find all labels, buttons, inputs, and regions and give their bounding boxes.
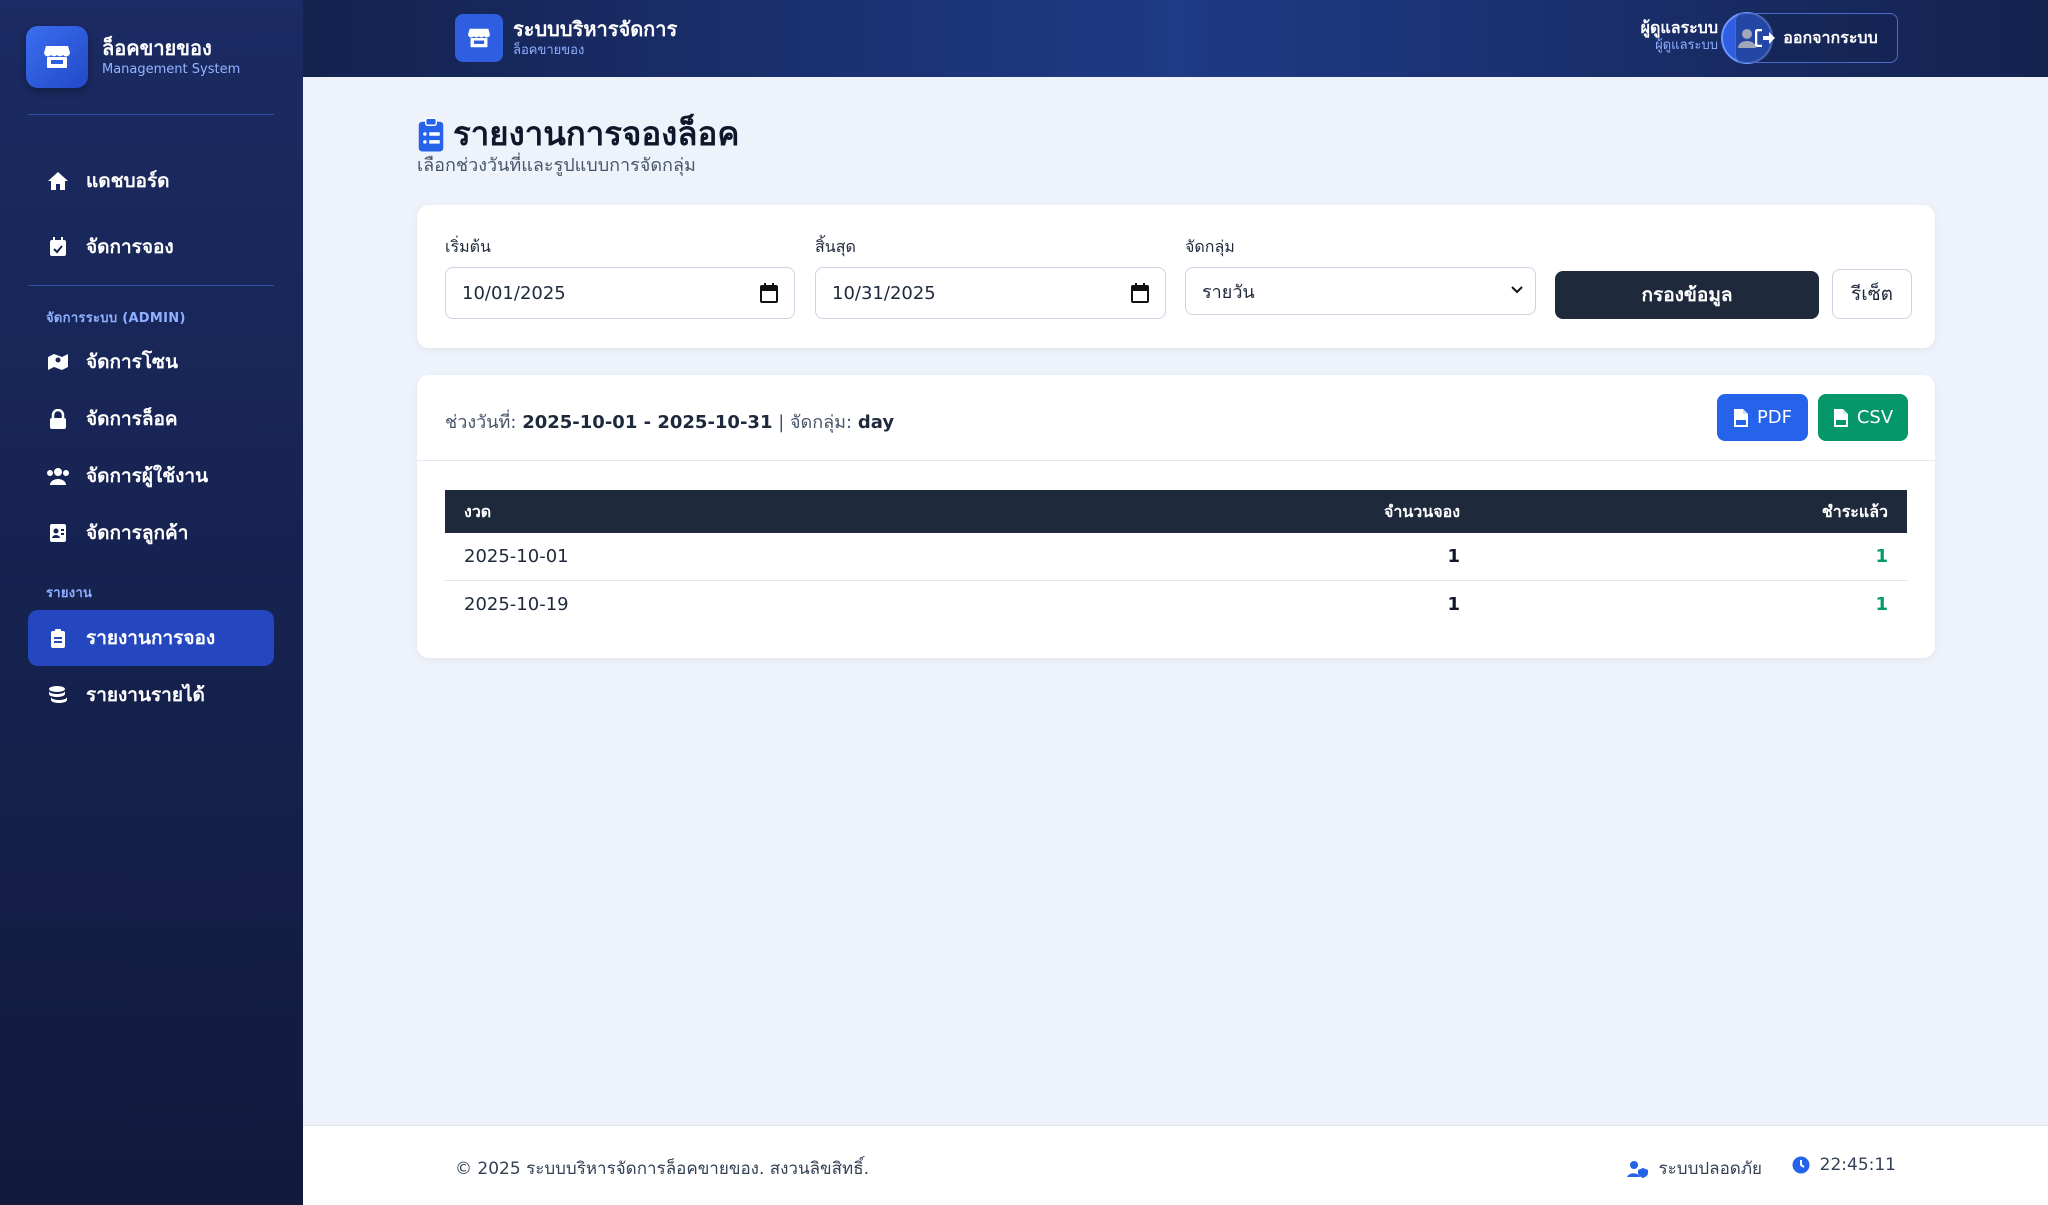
store-icon: [26, 26, 88, 88]
cell-paid: 1: [1875, 594, 1888, 615]
user-role: ผู้ดูแลระบบ: [1655, 38, 1718, 53]
export-pdf-button[interactable]: PDF: [1717, 394, 1808, 441]
secure-label: ระบบปลอดภัย: [1658, 1159, 1762, 1179]
sidebar-item-bookings[interactable]: จัดการจอง: [28, 219, 274, 275]
sidebar-item-locks[interactable]: จัดการล็อค: [28, 391, 274, 447]
page-subtitle: เลือกช่วงวันที่และรูปแบบการจัดกลุ่ม: [417, 155, 696, 176]
range-prefix: ช่วงวันที่:: [445, 412, 517, 433]
start-date-label: เริ่มต้น: [445, 237, 491, 256]
calendar-icon[interactable]: [1131, 283, 1149, 303]
top-header: ระบบบริหารจัดการ ล็อคขายของ ผู้ดูแลระบบ …: [303, 0, 2048, 77]
group-label: จัดกลุ่ม: [1185, 237, 1235, 256]
users-icon: [46, 464, 70, 488]
brand-title: ล็อคขายของ: [102, 36, 212, 60]
result-header: ช่วงวันที่: 2025-10-01 - 2025-10-31 | จั…: [417, 375, 1935, 461]
sign-out-icon: [1755, 29, 1776, 47]
start-date-input[interactable]: 10/01/2025: [445, 267, 795, 319]
logout-label: ออกจากระบบ: [1783, 27, 1878, 47]
store-icon: [455, 14, 503, 62]
end-date-value: 10/31/2025: [832, 282, 936, 304]
pdf-label: PDF: [1756, 407, 1793, 428]
sidebar-item-zones[interactable]: จัดการโซน: [28, 334, 274, 390]
clipboard-list-icon: [46, 626, 70, 650]
sidebar-item-dashboard[interactable]: แดชบอร์ด: [28, 153, 274, 209]
id-card-icon: [46, 521, 70, 545]
sidebar-item-revenue-report[interactable]: รายงานรายได้: [28, 667, 274, 723]
cell-paid: 1: [1875, 546, 1888, 567]
sidebar-item-users[interactable]: จัดการผู้ใช้งาน: [28, 448, 274, 504]
user-shield-icon: [1626, 1160, 1648, 1178]
group-value: day: [857, 412, 895, 433]
export-csv-button[interactable]: CSV: [1818, 394, 1908, 441]
date-range-summary: ช่วงวันที่: 2025-10-01 - 2025-10-31 | จั…: [445, 407, 894, 436]
header-brand[interactable]: ระบบบริหารจัดการ ล็อคขายของ: [455, 14, 677, 62]
calendar-check-icon: [46, 235, 70, 259]
footer: © 2025 ระบบบริหารจัดการล็อคขายของ. สงวนล…: [303, 1125, 2048, 1205]
home-icon: [46, 169, 70, 193]
group-select-value: รายวัน: [1202, 281, 1255, 303]
copyright-text: © 2025 ระบบบริหารจัดการล็อคขายของ. สงวนล…: [455, 1159, 870, 1179]
sidebar-item-label: จัดการโซน: [86, 351, 178, 373]
start-date-value: 10/01/2025: [462, 282, 566, 304]
sidebar-item-customers[interactable]: จัดการลูกค้า: [28, 505, 274, 561]
lock-icon: [46, 407, 70, 431]
sidebar-section-admin: จัดการระบบ (ADMIN): [46, 311, 186, 326]
main-content: รายงานการจองล็อค เลือกช่วงวันที่และรูปแบ…: [303, 77, 2048, 1125]
filter-card: เริ่มต้น 10/01/2025 สิ้นสุด 10/31/2025 จ…: [417, 205, 1935, 348]
table-header: งวด จำนวนจอง ชำระแล้ว: [445, 490, 1907, 533]
reset-button[interactable]: รีเซ็ต: [1832, 269, 1912, 319]
table-row: 2025-10-01 1 1: [445, 533, 1907, 581]
cell-period: 2025-10-01: [464, 546, 569, 567]
result-card: ช่วงวันที่: 2025-10-01 - 2025-10-31 | จั…: [417, 375, 1935, 658]
column-header-count[interactable]: จำนวนจอง: [1384, 490, 1460, 533]
column-header-paid[interactable]: ชำระแล้ว: [1822, 490, 1888, 533]
sidebar-item-label: รายงานรายได้: [86, 684, 205, 706]
file-csv-icon: [1833, 408, 1848, 427]
end-date-input[interactable]: 10/31/2025: [815, 267, 1166, 319]
column-header-period[interactable]: งวด: [464, 490, 491, 533]
clipboard-list-icon: [418, 117, 444, 151]
cell-period: 2025-10-19: [464, 594, 569, 615]
csv-label: CSV: [1856, 407, 1894, 428]
clock-time: 22:45:11: [1819, 1155, 1896, 1175]
sidebar-item-label: รายงานการจอง: [86, 627, 216, 649]
file-pdf-icon: [1733, 408, 1748, 427]
calendar-icon[interactable]: [760, 283, 778, 303]
end-date-label: สิ้นสุด: [815, 237, 856, 256]
table-row: 2025-10-19 1 1: [445, 581, 1907, 629]
sidebar-item-label: จัดการล็อค: [86, 408, 178, 430]
filter-button[interactable]: กรองข้อมูล: [1555, 271, 1819, 319]
cell-count: 1: [1447, 546, 1460, 567]
range-value: 2025-10-01 - 2025-10-31: [522, 412, 773, 433]
sidebar-item-booking-report[interactable]: รายงานการจอง: [28, 610, 274, 666]
clock: 22:45:11: [1792, 1155, 1896, 1175]
group-select[interactable]: รายวัน: [1185, 267, 1536, 315]
user-info: ผู้ดูแลระบบ ผู้ดูแลระบบ: [1641, 18, 1718, 54]
sidebar-item-label: จัดการผู้ใช้งาน: [86, 465, 209, 487]
chevron-down-icon: [1511, 286, 1523, 294]
report-table: งวด จำนวนจอง ชำระแล้ว 2025-10-01 1 1 202…: [445, 490, 1907, 629]
logout-button[interactable]: ออกจากระบบ: [1735, 13, 1898, 63]
sidebar-item-label: จัดการจอง: [86, 236, 174, 258]
sidebar-divider: [28, 114, 274, 115]
sidebar-brand[interactable]: ล็อคขายของ Management System: [26, 26, 240, 88]
coins-icon: [46, 683, 70, 707]
header-subtitle: ล็อคขายของ: [513, 43, 585, 58]
group-prefix: | จัดกลุ่ม:: [778, 412, 853, 433]
secure-indicator: ระบบปลอดภัย: [1626, 1155, 1762, 1182]
user-name: ผู้ดูแลระบบ: [1640, 18, 1718, 37]
sidebar-section-reports: รายงาน: [46, 586, 93, 601]
map-icon: [46, 350, 70, 374]
clock-icon: [1792, 1156, 1810, 1174]
sidebar-item-label: จัดการลูกค้า: [86, 522, 189, 544]
cell-count: 1: [1447, 594, 1460, 615]
brand-subtitle: Management System: [102, 62, 241, 77]
sidebar-item-label: แดชบอร์ด: [86, 170, 170, 192]
sidebar-divider: [28, 285, 274, 286]
header-title: ระบบบริหารจัดการ: [513, 17, 678, 41]
sidebar: ล็อคขายของ Management System แดชบอร์ด จั…: [0, 0, 303, 1205]
